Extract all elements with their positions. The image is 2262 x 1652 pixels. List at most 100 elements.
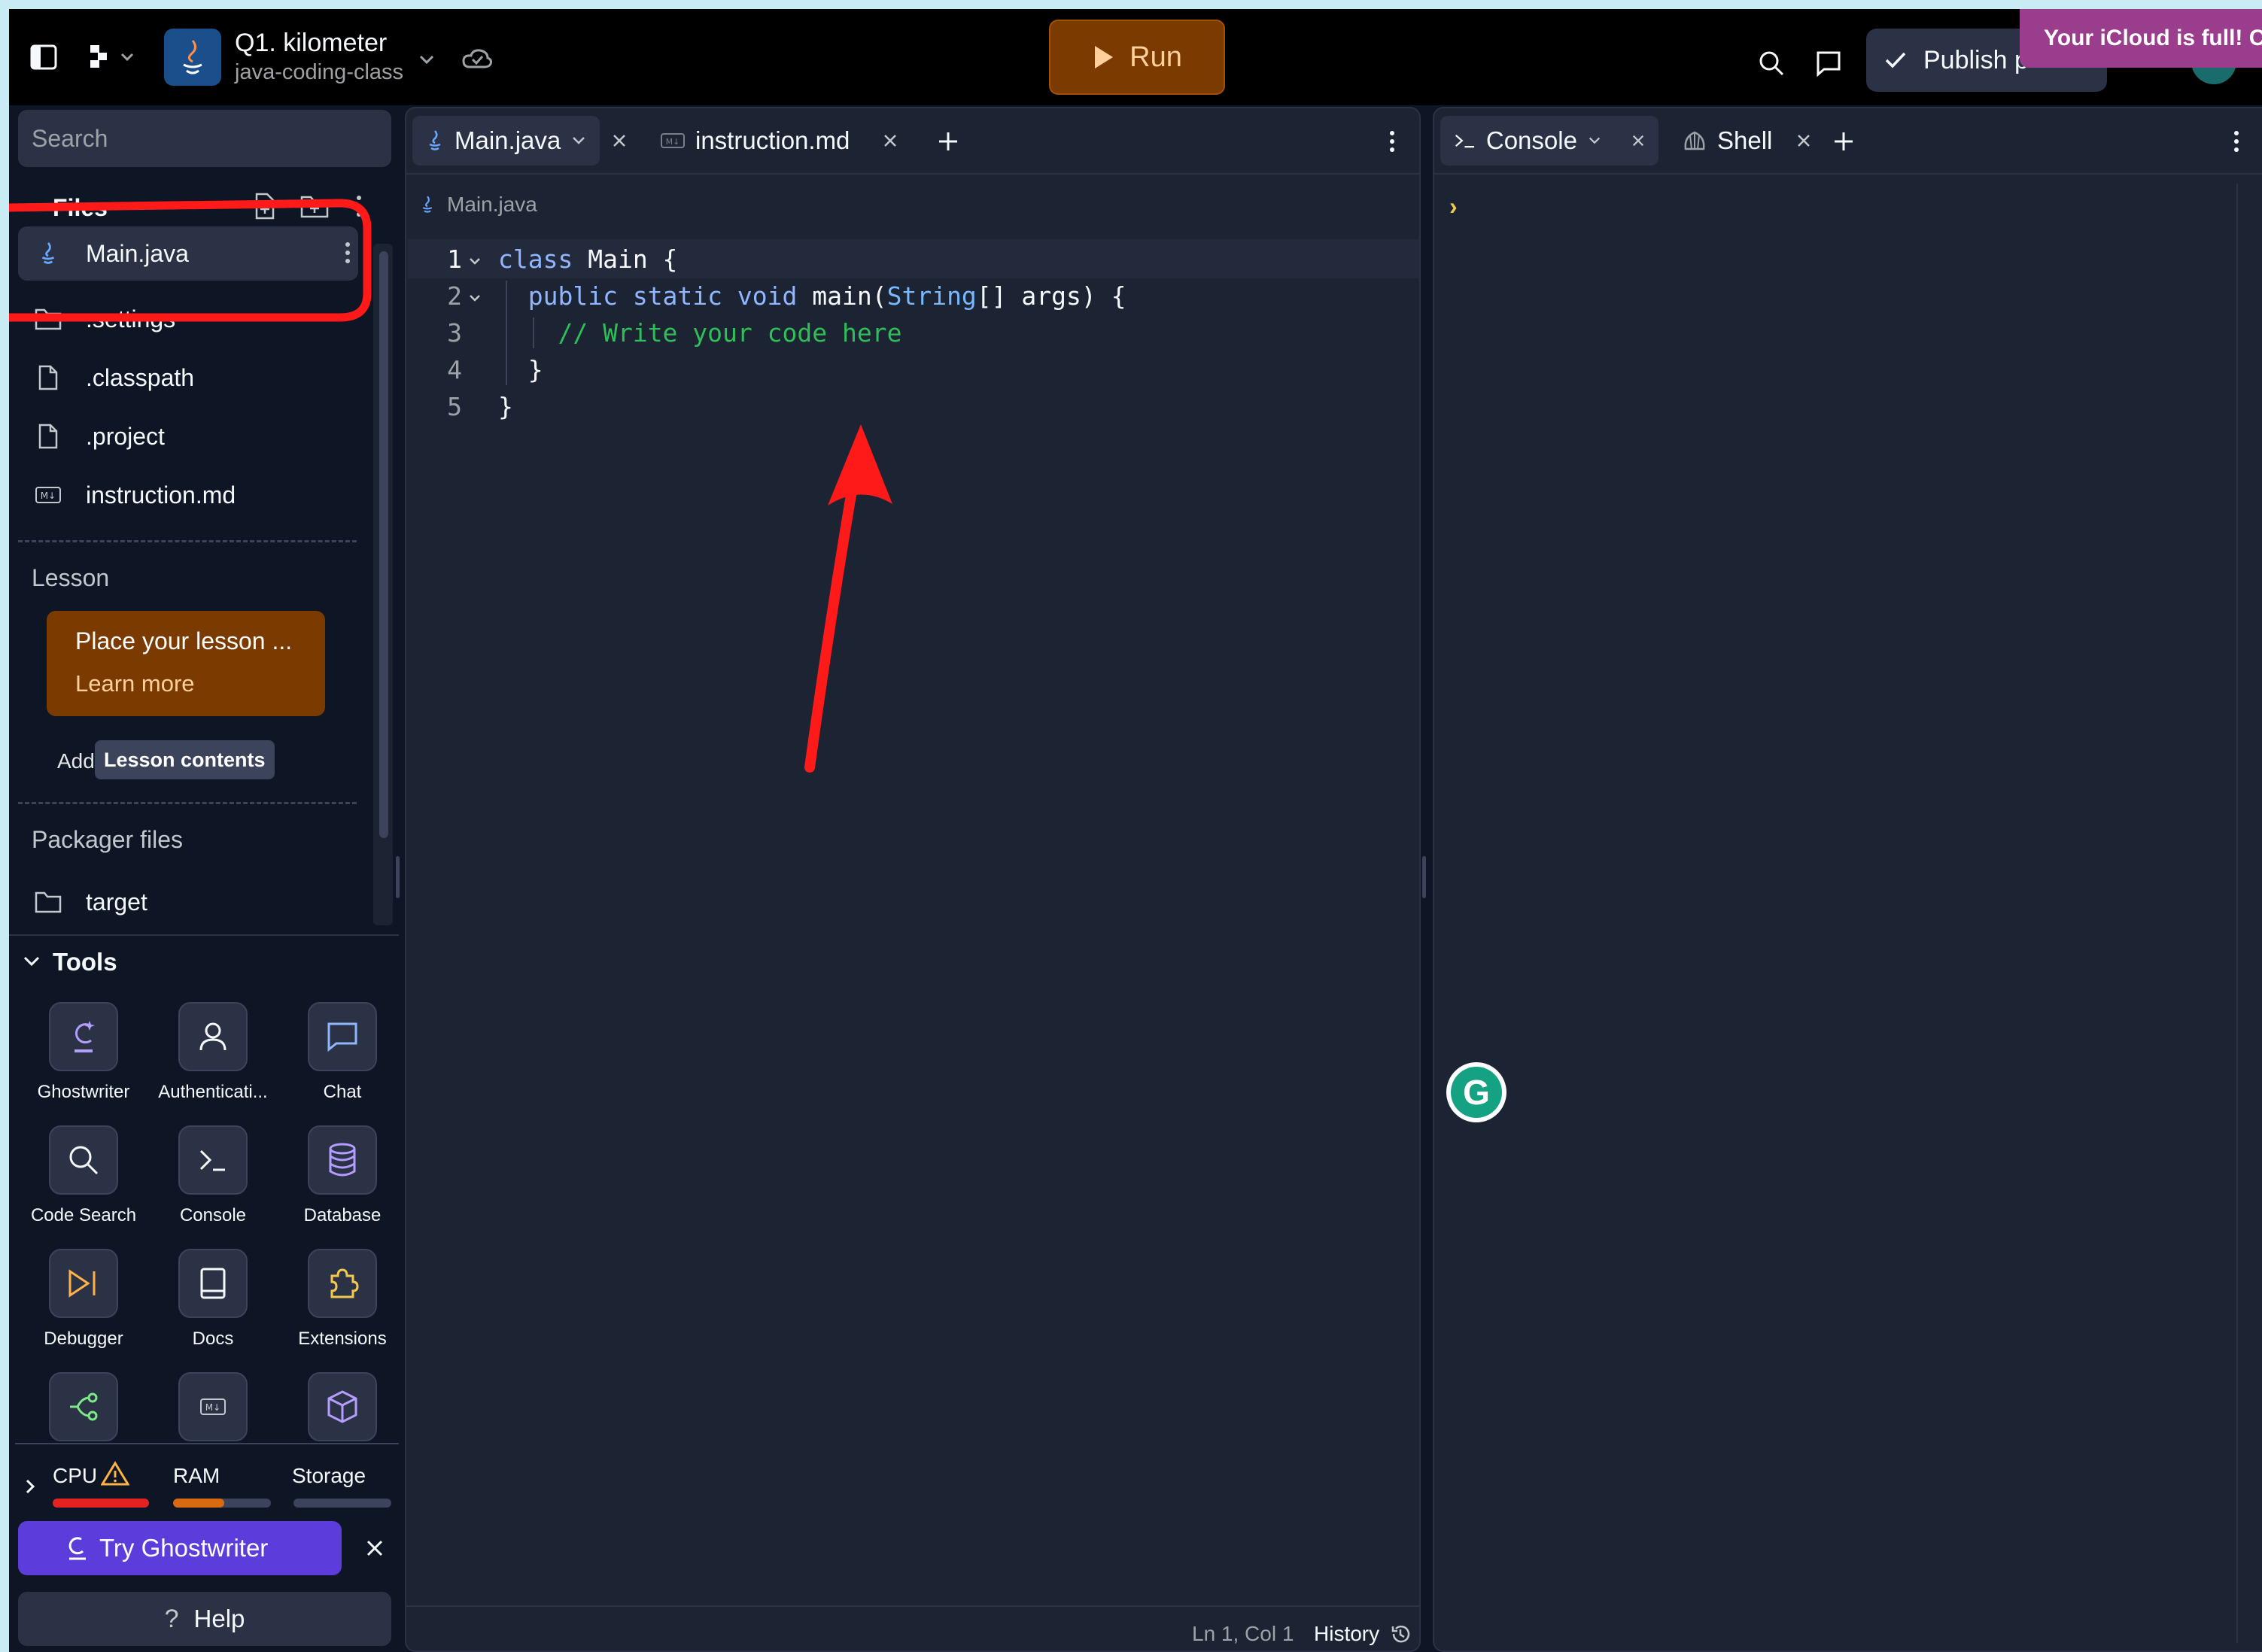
tool-chat[interactable]: Chat — [278, 1002, 406, 1115]
storage-usage-bar — [293, 1499, 391, 1508]
lesson-card-title: Place your lesson ... — [75, 627, 293, 654]
search-icon[interactable] — [1756, 48, 1786, 78]
ram-label: RAM — [173, 1464, 220, 1487]
tool-search[interactable]: Code Search — [20, 1125, 147, 1238]
user-icon — [178, 1002, 248, 1071]
tool-label: Docs — [192, 1329, 234, 1349]
tab-main-java[interactable]: Main.java — [412, 116, 600, 166]
tool-label: Code Search — [30, 1205, 137, 1225]
breadcrumb-file[interactable]: Main.java — [447, 193, 537, 217]
cursor-position[interactable]: Ln 1, Col 1 — [1192, 1622, 1294, 1646]
line-number: 5 — [447, 392, 462, 421]
close-tab-icon[interactable] — [880, 131, 900, 150]
help-button[interactable]: ? Help — [18, 1592, 391, 1646]
packager-item-target[interactable]: target — [18, 876, 358, 928]
tab-console[interactable]: Console — [1440, 116, 1658, 166]
chevron-down-icon[interactable] — [21, 951, 42, 972]
tool-database[interactable]: Database — [278, 1125, 406, 1238]
code-line: } — [498, 388, 513, 426]
play-icon — [1095, 46, 1114, 68]
resize-handle[interactable] — [396, 856, 400, 898]
chevron-down-icon[interactable] — [571, 135, 586, 146]
publish-label: Publish p — [1923, 45, 2029, 74]
add-lesson-button[interactable]: Add — [57, 749, 95, 773]
tool-label: Database — [303, 1205, 382, 1225]
learn-more-link[interactable]: Learn more — [75, 670, 325, 697]
debugger-icon — [49, 1249, 118, 1318]
history-label: History — [1314, 1622, 1380, 1645]
chat-icon[interactable] — [1814, 48, 1844, 78]
tool-debugger[interactable]: Debugger — [20, 1249, 147, 1362]
tool-ghostwriter[interactable]: Ghostwriter — [20, 1002, 147, 1115]
add-tab-icon[interactable] — [935, 128, 962, 155]
search-placeholder: Search — [32, 124, 108, 152]
close-tab-icon[interactable] — [1796, 133, 1811, 148]
tool-terminal[interactable]: Console — [149, 1125, 277, 1238]
file-name: target — [86, 888, 147, 916]
file-item-classpath[interactable]: .classpath — [18, 351, 358, 404]
svg-text:M↓: M↓ — [666, 137, 680, 147]
svg-text:M↓: M↓ — [205, 1402, 220, 1413]
tool-label: Extensions — [298, 1329, 387, 1349]
close-tab-icon[interactable] — [610, 131, 629, 150]
grammarly-button[interactable]: G — [1446, 1062, 1506, 1122]
code-token: class — [498, 244, 573, 274]
console-pane: Console Shell › G — [1433, 107, 2262, 1652]
file-item-project[interactable]: .project — [18, 410, 358, 463]
java-icon — [429, 130, 441, 150]
workspace-menu-icon[interactable] — [87, 42, 140, 72]
file-icon — [35, 421, 62, 451]
try-ghostwriter-button[interactable]: Try Ghostwriter — [18, 1521, 342, 1575]
pane-more-icon[interactable] — [2229, 126, 2244, 156]
chevron-down-icon[interactable] — [1588, 135, 1601, 146]
icloud-full-notification[interactable]: Your iCloud is full! C — [2020, 9, 2262, 68]
chevron-right-icon[interactable] — [23, 1476, 38, 1497]
search-icon — [49, 1125, 118, 1195]
close-tab-icon[interactable] — [1631, 133, 1645, 148]
console-tab-bar: Console Shell — [1434, 108, 2262, 175]
file-item-instruction-md[interactable]: M↓ instruction.md — [18, 469, 358, 521]
sidebar-toggle-icon[interactable] — [29, 42, 59, 72]
editor-tab-bar: Main.java M↓ instruction.md — [406, 108, 1419, 175]
java-icon — [422, 196, 433, 213]
terminal-icon — [1455, 134, 1475, 148]
puzzle-icon — [308, 1249, 377, 1318]
pane-more-icon[interactable] — [1385, 126, 1400, 156]
console-prompt[interactable]: › — [1449, 193, 1458, 220]
history-button[interactable]: History — [1314, 1622, 1411, 1646]
svg-text:M↓: M↓ — [41, 490, 56, 501]
fold-chevron-icon[interactable] — [468, 256, 482, 269]
add-tab-icon[interactable] — [1830, 128, 1857, 155]
code-line: public static void main(String[] args) { — [498, 278, 1126, 315]
check-icon — [1885, 52, 1906, 68]
console-scrollbar[interactable] — [2236, 184, 2262, 1643]
top-bar: Q1. kilometer java-coding-class Run Publ… — [9, 9, 2262, 105]
annotation-red-arrow — [804, 424, 892, 773]
resize-handle[interactable] — [1422, 856, 1426, 898]
tool-label: Debugger — [44, 1329, 123, 1349]
tab-shell[interactable]: Shell — [1669, 116, 1825, 166]
chevron-down-icon[interactable] — [417, 50, 436, 69]
scrollbar-thumb[interactable] — [379, 251, 388, 838]
cpu-usage-bar — [53, 1499, 149, 1508]
file-icon — [35, 363, 62, 393]
tool-user[interactable]: Authenticati... — [149, 1002, 277, 1115]
code-token: main( — [797, 281, 887, 311]
file-tree-scrollbar[interactable] — [373, 244, 393, 925]
run-button[interactable]: Run — [1049, 20, 1225, 95]
tool-book[interactable]: Docs — [149, 1249, 277, 1362]
line-number: 3 — [447, 318, 462, 348]
tab-instruction-md[interactable]: M↓ instruction.md — [647, 116, 863, 166]
fold-chevron-icon[interactable] — [468, 293, 482, 306]
file-name: .project — [86, 422, 165, 450]
tools-header[interactable]: Tools — [53, 948, 117, 976]
divider — [18, 540, 357, 542]
java-repl-icon[interactable] — [164, 29, 221, 86]
packager-files-header: Packager files — [32, 826, 183, 853]
close-icon[interactable] — [363, 1536, 387, 1560]
sidebar-search-input[interactable]: Search — [18, 110, 391, 167]
tool-puzzle[interactable]: Extensions — [278, 1249, 406, 1362]
lesson-card[interactable]: Place your lesson ... Learn more — [47, 611, 325, 716]
repl-title[interactable]: Q1. kilometer — [235, 29, 387, 58]
